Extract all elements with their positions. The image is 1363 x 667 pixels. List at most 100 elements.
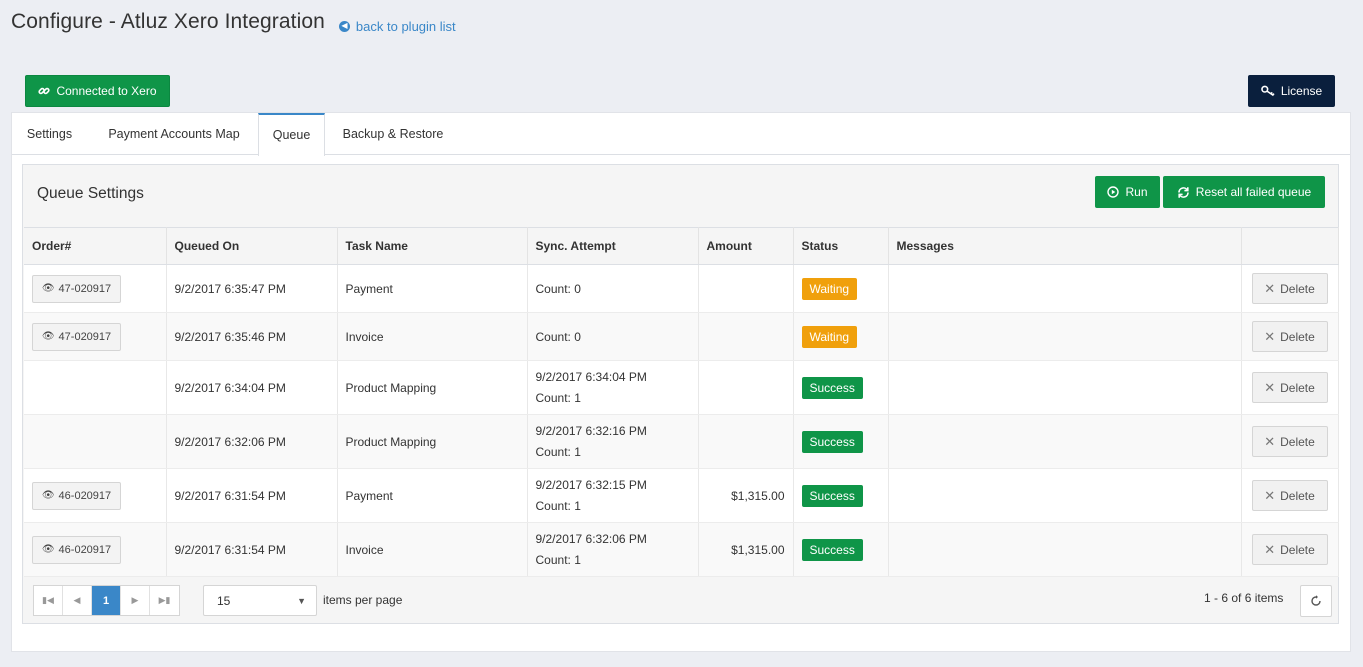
messages-cell [888,522,1242,577]
play-circle-icon [1107,186,1120,198]
queued-on-cell: 9/2/2017 6:32:06 PM [166,414,338,469]
queue-settings-title: Queue Settings [37,185,144,202]
messages-cell [888,468,1242,523]
refresh-button[interactable] [1300,585,1332,617]
last-page-icon[interactable]: ▶▮ [150,586,179,615]
delete-button[interactable]: ✕ Delete [1251,426,1328,457]
eye-icon: 👁 [41,283,55,294]
close-icon: ✕ [1264,328,1276,344]
reset-label: Reset all failed queue [1195,185,1312,199]
status-badge: Success [801,430,863,453]
queued-on-cell: 9/2/2017 6:31:54 PM [166,522,338,577]
column-header-queued-on[interactable]: Queued On [166,227,338,265]
attempt-time: 9/2/2017 6:32:06 PM [535,531,647,546]
sync-attempt-cell: Count: 0 [527,312,699,361]
page-size-value: 15 [217,593,231,608]
run-button[interactable]: Run [1095,176,1160,208]
messages-cell [888,312,1242,361]
column-header-status[interactable]: Status [793,227,889,265]
refresh-icon [1311,595,1321,606]
delete-button[interactable]: ✕ Delete [1251,480,1328,511]
amount-cell [698,312,794,361]
queued-on-cell: 9/2/2017 6:35:47 PM [166,264,338,313]
tab-backup-restore[interactable]: Backup & Restore [334,113,452,155]
chevron-down-icon: ▼ [297,595,306,606]
column-header-order[interactable]: Order# [24,227,167,265]
page-number-button[interactable]: 1 [92,586,121,615]
task-name-cell: Invoice [337,312,528,361]
delete-label: Delete [1280,434,1315,449]
tab-payment-accounts-map[interactable]: Payment Accounts Map [94,113,254,155]
sync-attempt-cell: 9/2/2017 6:32:15 PM Count: 1 [527,468,699,523]
task-name-cell: Payment [337,468,528,523]
prev-page-icon[interactable]: ◀ [63,586,92,615]
back-to-plugin-list-link[interactable]: ◀ back to plugin list [338,18,456,34]
back-link-label: back to plugin list [355,18,456,34]
items-per-page-label: items per page [323,593,403,607]
page-size-select[interactable]: 15 ▼ [203,585,317,616]
order-cell: 👁 46-020917 [24,468,167,523]
attempt-time: 9/2/2017 6:32:16 PM [535,423,647,438]
view-order-button[interactable]: 👁 47-020917 [32,274,121,303]
table-row: 👁 47-020917 9/2/2017 6:35:47 PM Payment C… [24,264,1339,313]
order-cell: 👁 47-020917 [24,312,167,361]
queued-on-cell: 9/2/2017 6:31:54 PM [166,468,338,523]
tab-settings[interactable]: Settings [12,113,87,155]
page-title: Configure - Atluz Xero Integration [11,10,325,33]
close-icon: ✕ [1264,541,1276,557]
attempt-time: 9/2/2017 6:32:15 PM [535,477,647,492]
item-count: 1 - 6 of 6 items [1204,591,1284,605]
order-number: 46-020917 [58,489,112,502]
view-order-button[interactable]: 👁 46-020917 [32,481,121,510]
close-icon: ✕ [1264,433,1276,449]
delete-label: Delete [1280,380,1315,395]
license-label: License [1280,84,1323,98]
status-badge: Success [801,376,863,399]
connected-label: Connected to Xero [56,84,157,98]
arrow-left-circle-icon: ◀ [338,20,350,32]
queued-on-cell: 9/2/2017 6:34:04 PM [166,360,338,415]
view-order-button[interactable]: 👁 47-020917 [32,322,121,351]
column-header-amount[interactable]: Amount [698,227,794,265]
eye-icon: 👁 [41,544,55,555]
delete-button[interactable]: ✕ Delete [1251,534,1328,565]
task-name-cell: Payment [337,264,528,313]
tab-queue[interactable]: Queue [258,113,325,156]
delete-button[interactable]: ✕ Delete [1251,273,1328,304]
table-row: 👁 46-020917 9/2/2017 6:31:54 PM Payment 9… [24,468,1339,523]
reset-failed-queue-button[interactable]: Reset all failed queue [1163,176,1325,208]
first-page-icon[interactable]: ▮◀ [34,586,63,615]
messages-cell [888,360,1242,415]
close-icon: ✕ [1264,487,1276,503]
sync-attempt-cell: 9/2/2017 6:32:06 PM Count: 1 [527,522,699,577]
sync-attempt-cell: Count: 0 [527,264,699,313]
task-name-cell: Product Mapping [337,360,528,415]
connected-to-xero-button[interactable]: Connected to Xero [25,75,170,107]
table-row: 9/2/2017 6:32:06 PM Product Mapping 9/2/… [24,414,1339,469]
amount-cell [698,264,794,313]
delete-button[interactable]: ✕ Delete [1251,321,1328,352]
configure-panel: Settings Payment Accounts Map Queue Back… [11,112,1351,652]
status-badge: Waiting [801,325,858,348]
column-header-sync-attempt[interactable]: Sync. Attempt [527,227,699,265]
sync-attempt-cell: 9/2/2017 6:32:16 PM Count: 1 [527,414,699,469]
status-cell: Success [793,360,889,415]
table-row: 👁 46-020917 9/2/2017 6:31:54 PM Invoice 9… [24,522,1339,577]
column-header-messages[interactable]: Messages [888,227,1242,265]
eye-icon: 👁 [41,490,55,501]
pagination: ▮◀ ◀ 1 ▶ ▶▮ [33,585,180,616]
license-button[interactable]: License [1248,75,1335,107]
queued-on-cell: 9/2/2017 6:35:46 PM [166,312,338,361]
delete-label: Delete [1280,488,1315,503]
eye-icon: 👁 [41,331,55,342]
sync-attempt-cell: 9/2/2017 6:34:04 PM Count: 1 [527,360,699,415]
column-header-task-name[interactable]: Task Name [337,227,528,265]
actions-cell: ✕ Delete [1241,522,1339,577]
next-page-icon[interactable]: ▶ [121,586,150,615]
delete-label: Delete [1280,542,1315,557]
view-order-button[interactable]: 👁 46-020917 [32,535,121,564]
order-cell: 👁 46-020917 [24,522,167,577]
actions-cell: ✕ Delete [1241,264,1339,313]
delete-label: Delete [1280,281,1315,296]
delete-button[interactable]: ✕ Delete [1251,372,1328,403]
